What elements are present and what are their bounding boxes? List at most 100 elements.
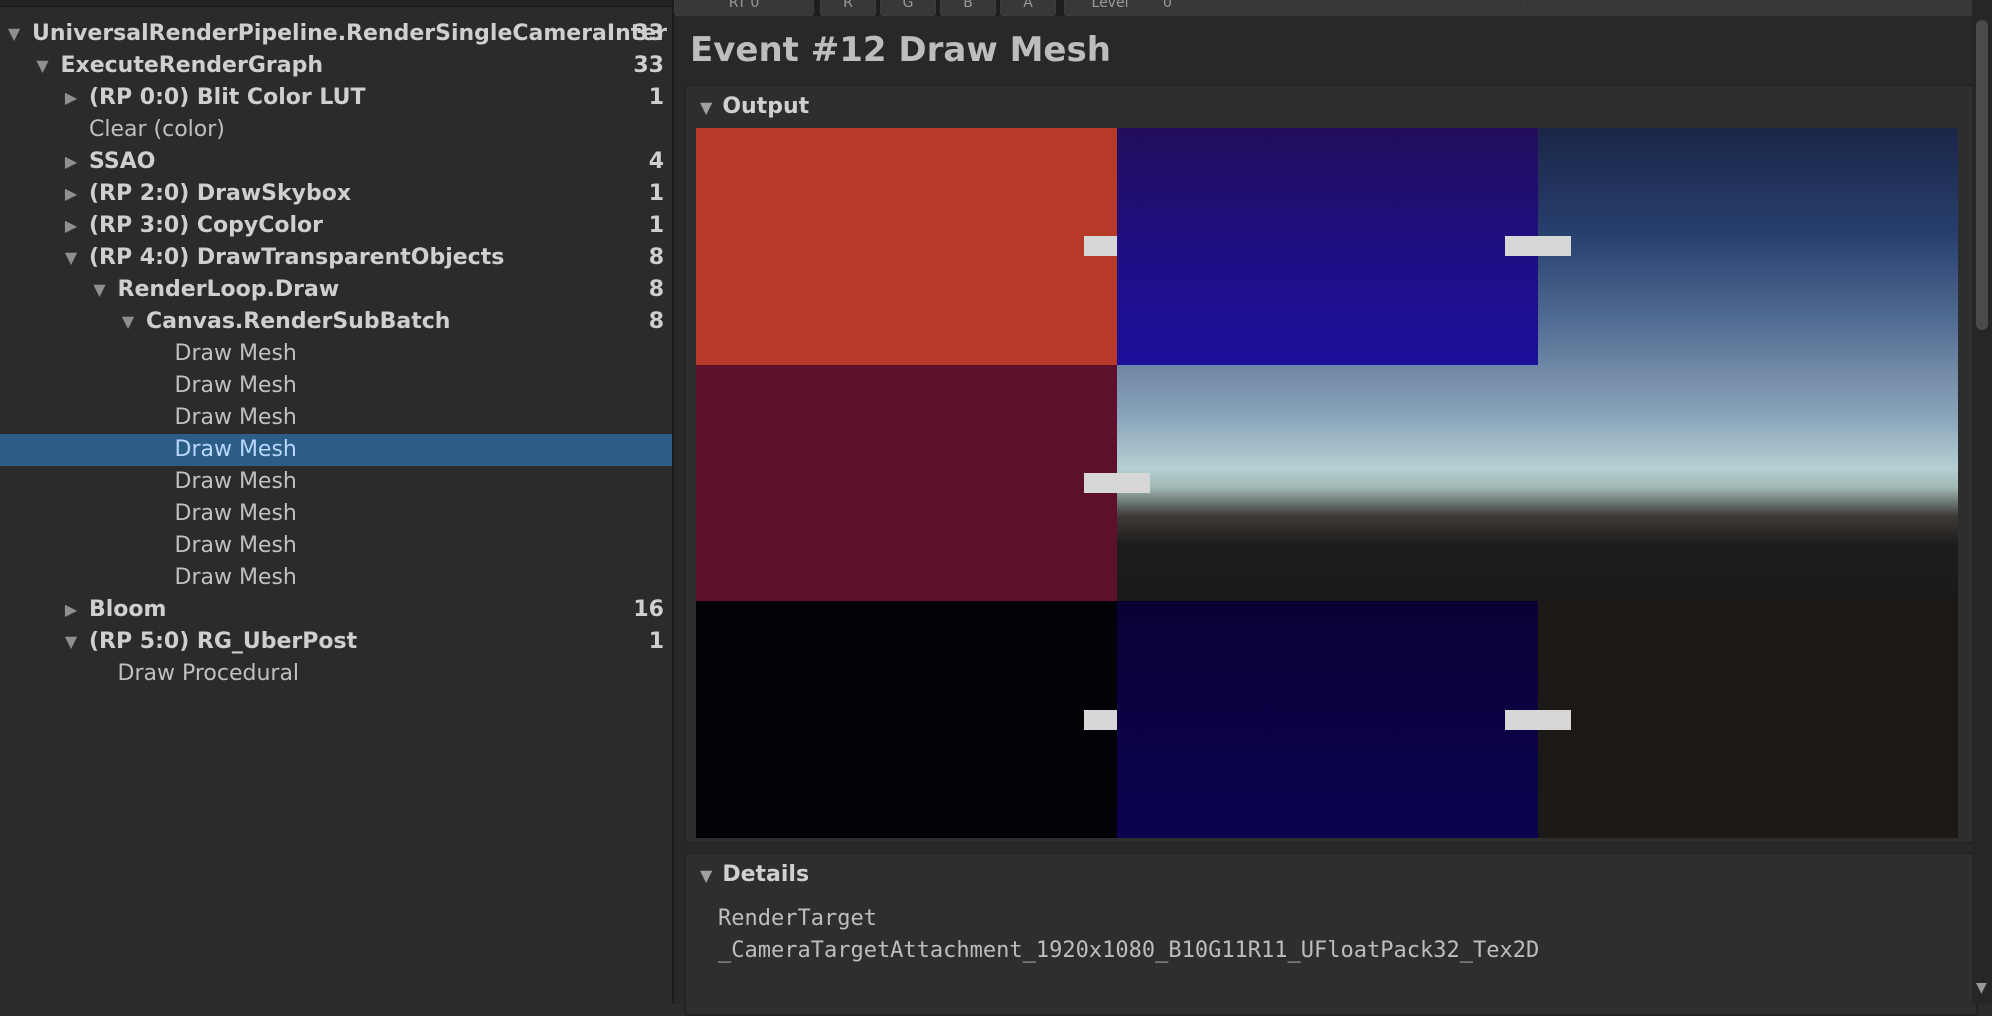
tree-item[interactable]: ▶ (RP 2:0) DrawSkybox 1 bbox=[0, 178, 672, 210]
tree-item-label: Draw Procedural bbox=[117, 661, 300, 686]
tile-red bbox=[696, 128, 1117, 365]
collapse-triangle-icon: ▼ bbox=[700, 98, 713, 117]
level-field[interactable]: 0 bbox=[1154, 0, 1526, 16]
channel-g-label: G bbox=[902, 0, 914, 11]
tree-item-label: (RP 2:0) DrawSkybox bbox=[89, 181, 352, 206]
expand-triangle-icon[interactable]: ▼ bbox=[90, 274, 110, 306]
details-header[interactable]: ▼ Details bbox=[700, 862, 809, 887]
target-toolbar: RT 0 R G B A Level 0 bbox=[674, 0, 1992, 16]
tree-item[interactable]: Draw Mesh bbox=[0, 338, 672, 370]
expand-triangle-icon[interactable]: ▼ bbox=[61, 242, 81, 274]
tree-item-label: Draw Mesh bbox=[174, 437, 297, 462]
tree-item-count: 33 bbox=[633, 53, 664, 78]
tree-item[interactable]: Draw Mesh bbox=[0, 434, 672, 466]
tree-item[interactable]: Draw Mesh bbox=[0, 370, 672, 402]
marker-3 bbox=[1084, 473, 1150, 493]
tree-item-count: 8 bbox=[648, 309, 664, 334]
details-header-label: Details bbox=[722, 862, 810, 887]
tree-item[interactable]: ▼ Canvas.RenderSubBatch 8 bbox=[0, 306, 672, 338]
tree-item[interactable]: Draw Mesh bbox=[0, 466, 672, 498]
tree-item[interactable]: ▶ (RP 3:0) CopyColor 1 bbox=[0, 210, 672, 242]
marker-5 bbox=[1505, 710, 1571, 730]
tile-maroon bbox=[696, 365, 1117, 601]
tree-item-label: Draw Mesh bbox=[174, 501, 297, 526]
tree-item-count: 8 bbox=[648, 277, 664, 302]
output-header-label: Output bbox=[722, 94, 810, 119]
channel-a-label: A bbox=[1023, 0, 1033, 11]
tree-item-label: Bloom bbox=[89, 597, 167, 622]
details-section: ▼ Details RenderTarget _CameraTargetAttac… bbox=[684, 852, 1978, 1016]
channel-r-button[interactable]: R bbox=[820, 0, 876, 16]
tree-item-label: Draw Mesh bbox=[174, 469, 297, 494]
tree-item-label: Draw Mesh bbox=[174, 533, 297, 558]
tree-item-label: RenderLoop.Draw bbox=[117, 277, 340, 302]
tree-header-edge bbox=[0, 0, 672, 7]
channel-b-button[interactable]: B bbox=[940, 0, 996, 16]
channel-b-label: B bbox=[963, 0, 973, 11]
tree-item-label: Canvas.RenderSubBatch bbox=[146, 309, 451, 334]
tree-item-count: 1 bbox=[648, 213, 664, 238]
scroll-down-arrow-icon[interactable]: ▼ bbox=[1976, 980, 1987, 996]
tree-item[interactable]: Draw Mesh bbox=[0, 498, 672, 530]
render-target-dropdown[interactable]: RT 0 bbox=[674, 0, 814, 16]
render-target-name: _CameraTargetAttachment_1920x1080_B10G11… bbox=[718, 938, 1540, 963]
tree-item[interactable]: Draw Procedural bbox=[0, 658, 672, 690]
tree-item-label: Draw Mesh bbox=[174, 341, 297, 366]
tree-item[interactable]: Draw Mesh bbox=[0, 530, 672, 562]
channel-g-button[interactable]: G bbox=[880, 0, 936, 16]
channel-r-label: R bbox=[843, 0, 853, 11]
tree-item-label: Draw Mesh bbox=[174, 405, 297, 430]
render-target-label: RT 0 bbox=[728, 0, 760, 11]
output-header[interactable]: ▼ Output bbox=[700, 94, 809, 119]
collapse-triangle-icon[interactable]: ▶ bbox=[61, 178, 81, 210]
render-target-label: RenderTarget bbox=[718, 906, 877, 931]
tree-item[interactable]: ▶ Bloom 16 bbox=[0, 594, 672, 626]
tree-item[interactable]: Draw Mesh bbox=[0, 402, 672, 434]
output-section: ▼ Output bbox=[684, 84, 1978, 844]
tree-item-count: 33 bbox=[633, 21, 664, 46]
tile-sky bbox=[1538, 128, 1958, 365]
tree-item-label: Clear (color) bbox=[89, 117, 225, 142]
collapse-triangle-icon[interactable]: ▶ bbox=[61, 146, 81, 178]
tree-item-count: 1 bbox=[648, 85, 664, 110]
marker-4 bbox=[1084, 710, 1117, 730]
tile-darkblue bbox=[1117, 601, 1538, 838]
tree-item[interactable]: Draw Mesh bbox=[0, 562, 672, 594]
scrollbar-thumb[interactable] bbox=[1976, 20, 1988, 330]
tree-item[interactable]: ▼ RenderLoop.Draw 8 bbox=[0, 274, 672, 306]
expand-triangle-icon[interactable]: ▼ bbox=[118, 306, 138, 338]
tree-item-count: 4 bbox=[648, 149, 664, 174]
tree-item-count: 1 bbox=[648, 181, 664, 206]
tree-item-label: (RP 3:0) CopyColor bbox=[89, 213, 324, 238]
tile-horizon bbox=[1117, 365, 1958, 601]
tree-item[interactable]: ▼ ExecuteRenderGraph 33 bbox=[0, 50, 672, 82]
level-label-text: Level bbox=[1091, 0, 1129, 11]
tree-item[interactable]: ▶ (RP 0:0) Blit Color LUT 1 bbox=[0, 82, 672, 114]
tree-item-label: Draw Mesh bbox=[174, 565, 297, 590]
collapse-triangle-icon[interactable]: ▶ bbox=[61, 82, 81, 114]
expand-triangle-icon[interactable]: ▼ bbox=[4, 18, 24, 50]
tree-item-label: (RP 0:0) Blit Color LUT bbox=[89, 85, 366, 110]
tile-blue bbox=[1117, 128, 1538, 365]
tile-ground bbox=[1538, 601, 1958, 838]
tree-item[interactable]: ▼ (RP 4:0) DrawTransparentObjects 8 bbox=[0, 242, 672, 274]
expand-triangle-icon[interactable]: ▼ bbox=[33, 50, 53, 82]
level-label: Level bbox=[1064, 0, 1156, 16]
range-slider[interactable] bbox=[1524, 0, 1974, 16]
channel-a-button[interactable]: A bbox=[1000, 0, 1056, 16]
expand-triangle-icon[interactable]: ▼ bbox=[61, 626, 81, 658]
tree-item-count: 1 bbox=[648, 629, 664, 654]
tree-item[interactable]: Clear (color) bbox=[0, 114, 672, 146]
tree-item[interactable]: ▶ SSAO 4 bbox=[0, 146, 672, 178]
vertical-scrollbar[interactable] bbox=[1972, 0, 1992, 1004]
collapse-triangle-icon[interactable]: ▶ bbox=[61, 594, 81, 626]
collapse-triangle-icon: ▼ bbox=[700, 866, 713, 885]
tree-item-label: Draw Mesh bbox=[174, 373, 297, 398]
tree-item-label: SSAO bbox=[89, 149, 156, 174]
frame-debugger-tree: ▼ UniversalRenderPipeline.RenderSingleCam… bbox=[0, 0, 674, 1004]
tree-item-label: (RP 4:0) DrawTransparentObjects bbox=[89, 245, 505, 270]
tree-item[interactable]: ▼ (RP 5:0) RG_UberPost 1 bbox=[0, 626, 672, 658]
collapse-triangle-icon[interactable]: ▶ bbox=[61, 210, 81, 242]
tree-item[interactable]: ▼ UniversalRenderPipeline.RenderSingleCam… bbox=[0, 18, 672, 50]
level-value: 0 bbox=[1163, 0, 1172, 11]
